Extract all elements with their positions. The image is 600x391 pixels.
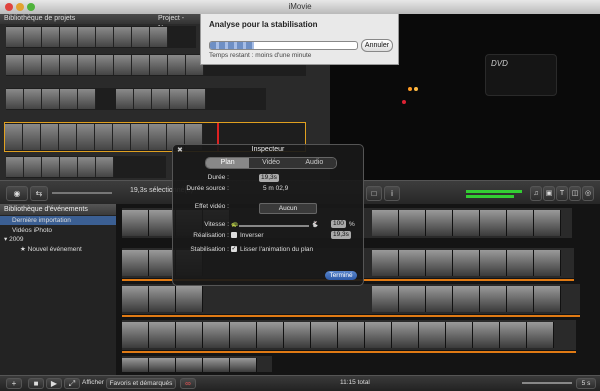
indicator-light bbox=[402, 100, 406, 104]
map-icon[interactable]: ◎ bbox=[582, 186, 594, 201]
event-year-2009[interactable]: ▾ 2009 bbox=[4, 235, 24, 244]
stop-icon[interactable]: ■ bbox=[28, 378, 44, 389]
event-item-label: 2009 bbox=[9, 236, 24, 243]
source-duration-value: 5 m 02,9 bbox=[263, 185, 289, 192]
inspector-tabs: Plan Vidéo Audio bbox=[205, 157, 337, 169]
event-item-label: Dernière importation bbox=[12, 217, 71, 224]
duration-field[interactable]: 19,3s bbox=[259, 174, 279, 182]
stabilization-label: Stabilisation : bbox=[190, 246, 229, 253]
event-item-label: Nouvel événement bbox=[27, 246, 82, 253]
speed-label: Vitesse : bbox=[204, 221, 229, 228]
audio-level-meter bbox=[466, 190, 522, 193]
title-icon[interactable]: T bbox=[556, 186, 568, 201]
analyzed-marker bbox=[122, 351, 576, 353]
filter-dropdown[interactable]: Favoris et démarqués bbox=[106, 378, 176, 389]
zoom-value: 5 s bbox=[576, 378, 596, 389]
zoom-slider[interactable] bbox=[522, 382, 572, 384]
inspector-panel: ✖ Inspecteur Plan Vidéo Audio Durée : 19… bbox=[172, 144, 364, 286]
analysis-progress-bar bbox=[209, 41, 358, 50]
play-icon[interactable]: ▶ bbox=[46, 378, 62, 389]
show-label: Afficher bbox=[82, 379, 104, 386]
rabbit-icon: 🐇 bbox=[311, 222, 319, 228]
star-icon: ★ bbox=[20, 246, 26, 253]
analyzed-marker bbox=[122, 315, 580, 317]
swap-button[interactable]: ⇆ bbox=[30, 186, 48, 201]
tab-plan[interactable]: Plan bbox=[206, 158, 250, 168]
stabilization-progress-sheet: Analyse pour la stabilisation Annuler Te… bbox=[200, 14, 399, 65]
dvd-player-image: DVD bbox=[485, 54, 557, 96]
reverse-label: Inverser bbox=[240, 232, 264, 239]
indicator-light bbox=[408, 87, 412, 91]
window-title: iMovie bbox=[288, 2, 312, 11]
event-clip-row[interactable] bbox=[122, 356, 272, 372]
event-clip-row[interactable] bbox=[122, 284, 580, 317]
tab-video[interactable]: Vidéo bbox=[249, 158, 293, 168]
playback-label: Réalisation : bbox=[193, 232, 229, 239]
project-name: Project - Nouve... bbox=[154, 14, 204, 32]
event-library-header: Bibliothèque d'événements bbox=[0, 204, 116, 215]
smooth-checkbox[interactable]: ✓ bbox=[231, 246, 237, 252]
project-clip-strip[interactable] bbox=[6, 26, 196, 48]
cancel-button[interactable]: Annuler bbox=[361, 39, 393, 52]
speed-field[interactable]: 100 bbox=[331, 220, 346, 228]
speed-slider[interactable] bbox=[239, 225, 309, 227]
analysis-title: Analyse pour la stabilisation bbox=[209, 20, 318, 29]
event-clip-row[interactable] bbox=[122, 320, 576, 353]
analysis-progress-fill bbox=[210, 42, 255, 49]
audio-level-meter bbox=[466, 195, 514, 198]
smooth-label: Lisser l'animation du plan bbox=[240, 246, 314, 253]
inspector-title: Inspecteur bbox=[251, 146, 285, 153]
event-item-last-import[interactable]: Dernière importation bbox=[0, 216, 116, 225]
indicator-light bbox=[414, 87, 418, 91]
event-item-label: Vidéos iPhoto bbox=[12, 227, 52, 234]
inspector-button[interactable]: i bbox=[384, 186, 400, 201]
event-library: Bibliothèque d'événements Dernière impor… bbox=[0, 204, 117, 375]
transition-icon[interactable]: ◫ bbox=[569, 186, 581, 201]
music-icon[interactable]: ♫ bbox=[530, 186, 542, 201]
add-project-icon[interactable]: + bbox=[6, 378, 22, 389]
event-item-new-event[interactable]: ★ Nouvel événement bbox=[20, 245, 82, 254]
project-library-header: Bibliothèque de projets bbox=[0, 14, 154, 24]
project-clip-strip[interactable] bbox=[6, 88, 266, 110]
speed-unit: % bbox=[349, 221, 355, 228]
tortoise-icon: 🐢 bbox=[231, 222, 239, 228]
crop-tool-button[interactable]: □ bbox=[366, 186, 382, 201]
project-clip-strip[interactable] bbox=[6, 156, 166, 178]
time-remaining: Temps restant : moins d'une minute bbox=[209, 52, 312, 59]
photo-icon[interactable]: ▣ bbox=[543, 186, 555, 201]
done-button[interactable]: Terminé bbox=[325, 271, 357, 280]
bottom-bar: + ■ ▶ ⤢ Afficher Favoris et démarqués ∞ … bbox=[0, 375, 600, 391]
event-item-iphoto[interactable]: Vidéos iPhoto bbox=[12, 226, 52, 235]
duration-label: Durée : bbox=[207, 174, 229, 181]
source-duration-label: Durée source : bbox=[186, 185, 229, 192]
title-bar: iMovie bbox=[0, 0, 600, 15]
video-effect-dropdown[interactable]: Aucun bbox=[259, 203, 317, 214]
reverse-checkbox[interactable] bbox=[231, 232, 237, 238]
total-duration: 11:15 total bbox=[340, 379, 370, 386]
fullscreen-icon[interactable]: ⤢ bbox=[64, 378, 80, 389]
camera-import-button[interactable]: ◉ bbox=[6, 186, 28, 201]
thumbnail-size-slider[interactable] bbox=[52, 192, 112, 194]
dvd-label: DVD bbox=[491, 59, 508, 68]
rejected-filter-icon[interactable]: ∞ bbox=[180, 378, 196, 389]
disclosure-triangle-icon: ▾ bbox=[4, 236, 8, 243]
tab-audio[interactable]: Audio bbox=[292, 158, 336, 168]
playback-duration-field[interactable]: 19,3s bbox=[331, 231, 351, 239]
video-effect-label: Effet vidéo : bbox=[194, 203, 229, 210]
